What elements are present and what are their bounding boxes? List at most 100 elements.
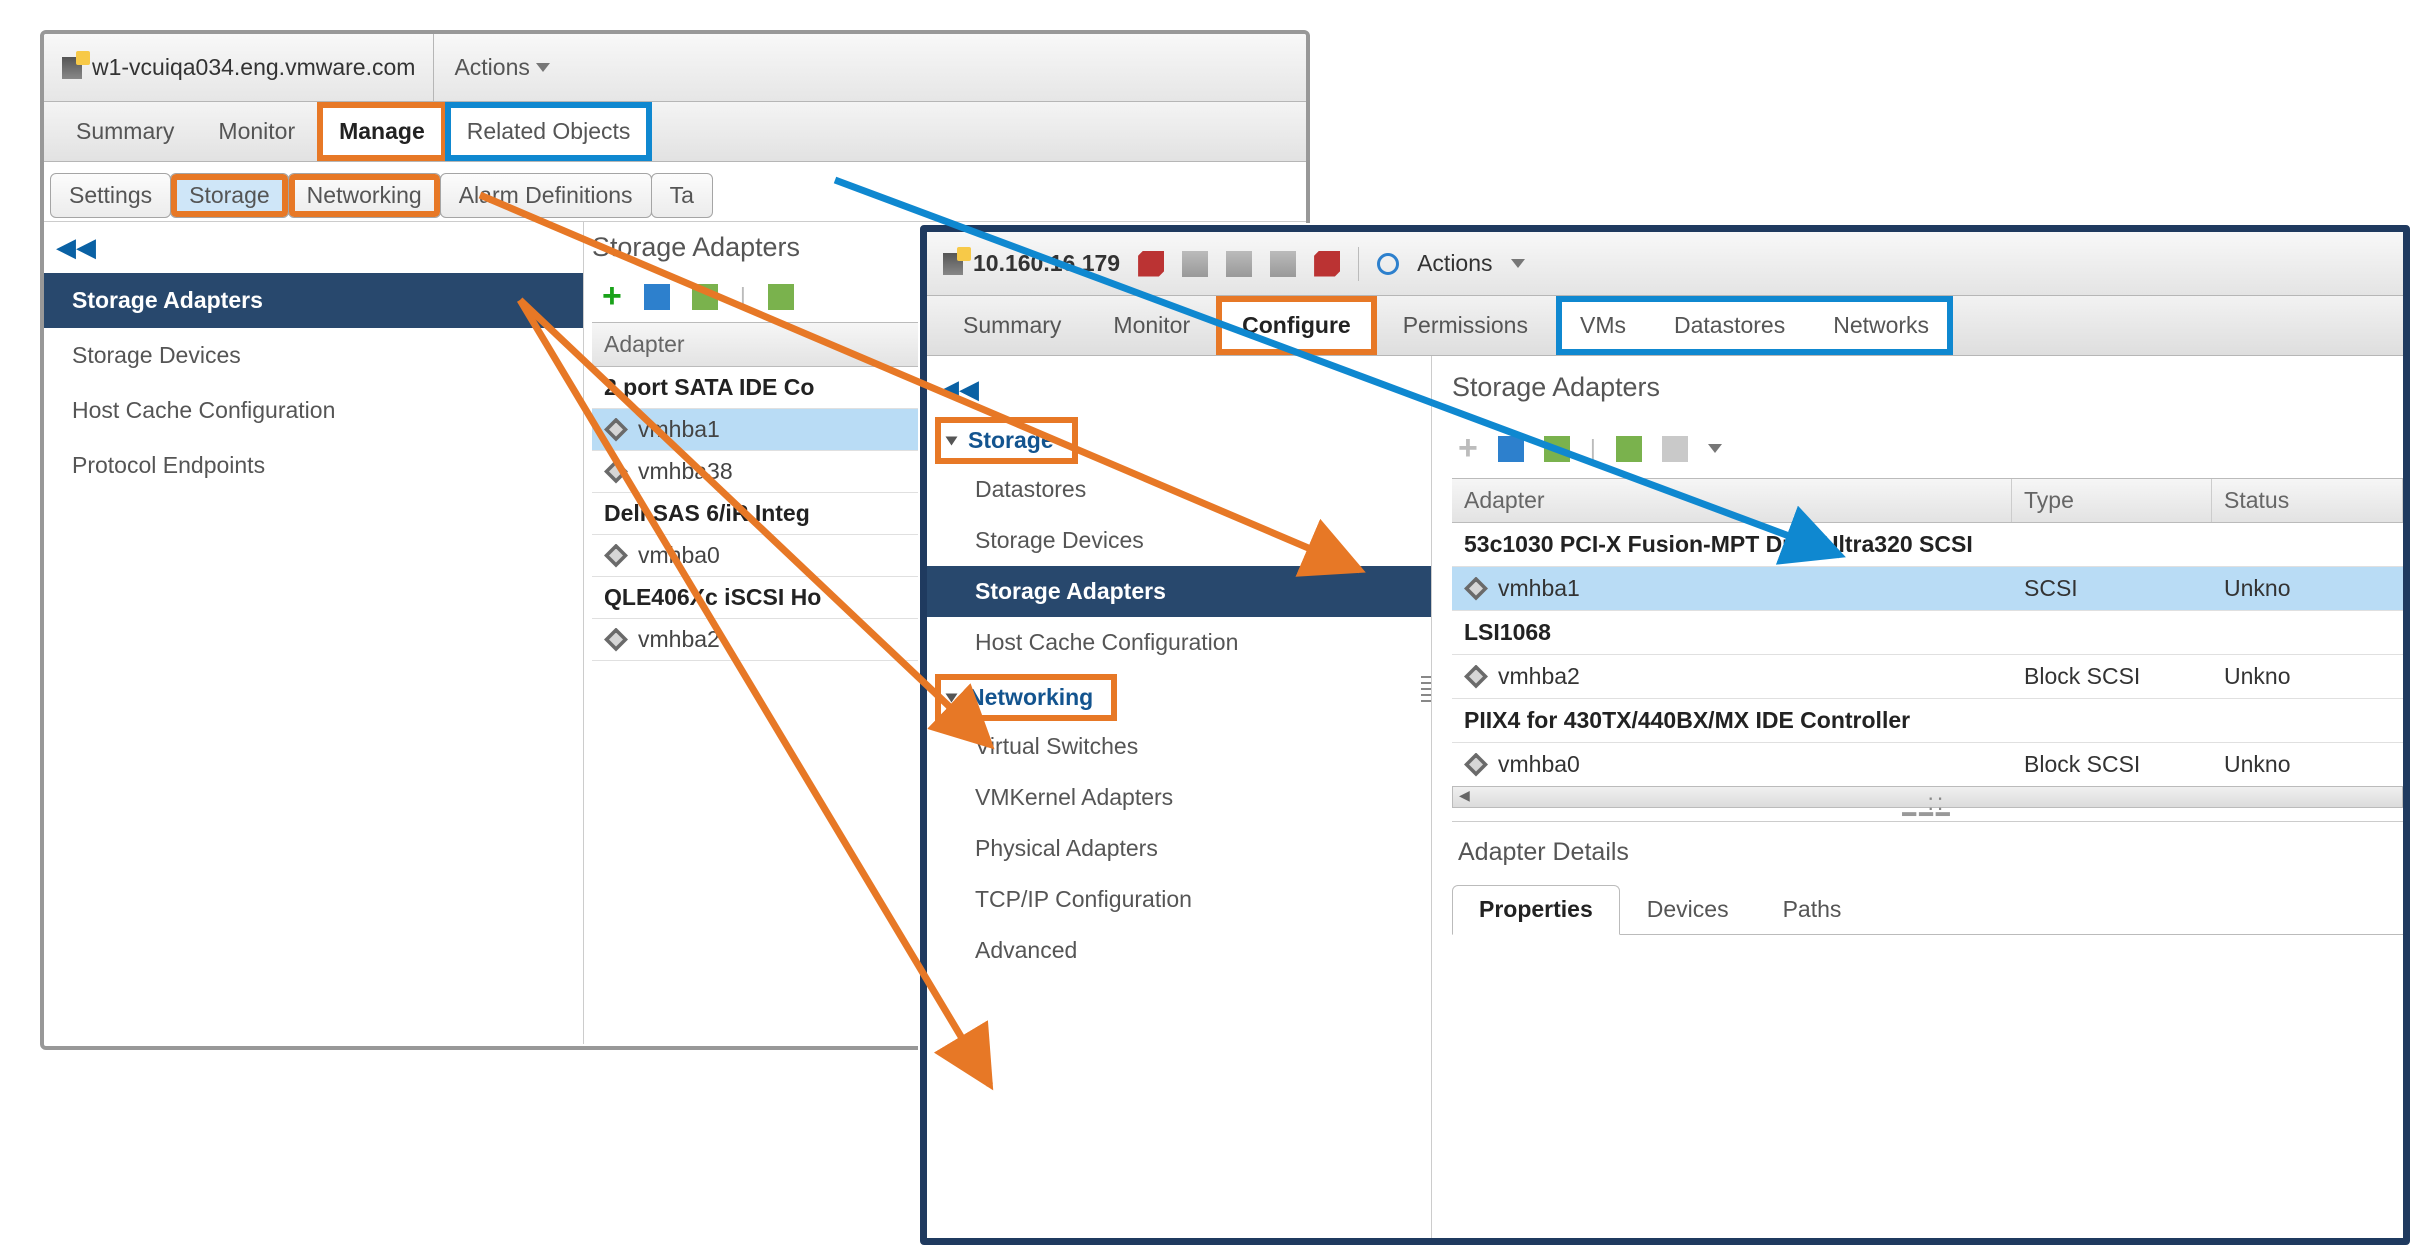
tab-networks[interactable]: Networks <box>1809 296 1953 355</box>
sidebar-item[interactable]: Physical Adapters <box>927 823 1431 874</box>
cell-adapter: vmhba1 <box>638 416 720 443</box>
table-row[interactable]: vmhba2Block SCSIUnkno <box>1452 655 2403 699</box>
gear-icon[interactable] <box>1377 253 1399 275</box>
host-icon <box>943 253 963 275</box>
cell-adapter: vmhba2 <box>638 626 720 653</box>
sidebar-item-protocol-endpoints[interactable]: Protocol Endpoints <box>44 438 583 493</box>
tab-summary[interactable]: Summary <box>54 102 196 161</box>
tab-datastores[interactable]: Datastores <box>1650 296 1809 355</box>
cell-adapter: QLE406Xc iSCSI Ho <box>604 584 821 611</box>
adapter-icon <box>1464 577 1488 601</box>
cell-adapter: vmhba2 <box>1452 655 2012 698</box>
toolbar-icon-4[interactable] <box>1270 251 1296 277</box>
tab-monitor[interactable]: Monitor <box>1087 296 1216 355</box>
refresh-icon[interactable] <box>1498 436 1524 462</box>
rescan-all-icon[interactable] <box>768 284 794 310</box>
cell-adapter: vmhba0 <box>1452 743 2012 786</box>
section-storage-label: Storage <box>968 427 1054 454</box>
sidebarB: ◀◀ Storage DatastoresStorage DevicesStor… <box>927 356 1432 1238</box>
table-row[interactable]: vmhba0Block SCSIUnkno <box>1452 743 2403 787</box>
copy-icon[interactable] <box>1662 436 1688 462</box>
tab-configure[interactable]: Configure <box>1216 296 1377 355</box>
sidebar-item[interactable]: Virtual Switches <box>927 721 1431 772</box>
col-status[interactable]: Status <box>2212 479 2403 522</box>
add-icon[interactable]: + <box>602 277 622 316</box>
add-icon[interactable]: + <box>1458 429 1478 468</box>
section-networking-label: Networking <box>968 684 1093 711</box>
sidebar-item[interactable]: Host Cache Configuration <box>927 617 1431 668</box>
toolbar: + | <box>1458 429 2403 468</box>
sidebar-item[interactable]: TCP/IP Configuration <box>927 874 1431 925</box>
rescan-icon[interactable] <box>692 284 718 310</box>
section-storage[interactable]: Storage <box>935 417 1078 464</box>
toolbar-icon-1[interactable] <box>1138 251 1164 277</box>
cell-adapter: PIIX4 for 430TX/440BX/MX IDE Controller <box>1452 699 2403 742</box>
table-row[interactable]: vmhba1SCSIUnkno <box>1452 567 2403 611</box>
mainB: Storage Adapters + | Adapter Type Status… <box>1432 356 2403 1238</box>
chevron-down-icon <box>1708 444 1722 453</box>
col-adapter[interactable]: Adapter <box>1452 479 2012 522</box>
actions-label: Actions <box>454 54 529 81</box>
toolbar-icon-5[interactable] <box>1314 251 1340 277</box>
cell-adapter: LSI1068 <box>1452 611 2403 654</box>
chevron-down-icon <box>1511 259 1525 268</box>
tab-vms[interactable]: VMs <box>1556 296 1650 355</box>
toolbar-icon-2[interactable] <box>1182 251 1208 277</box>
section-networking[interactable]: Networking <box>935 674 1117 721</box>
refresh-icon[interactable] <box>644 284 670 310</box>
adapters-table: Adapter Type Status 53c1030 PCI-X Fusion… <box>1452 478 2403 808</box>
subtab-settings[interactable]: Settings <box>50 173 171 218</box>
toolbar-icon-3[interactable] <box>1226 251 1252 277</box>
separator <box>1358 247 1359 281</box>
collapse-sidebar-icon[interactable]: ◀◀ <box>927 372 1431 417</box>
subtab-networking[interactable]: Networking <box>288 173 441 218</box>
title-bar: w1-vcuiqa034.eng.vmware.com Actions <box>44 34 1306 102</box>
sidebar-item-host-cache[interactable]: Host Cache Configuration <box>44 383 583 438</box>
adapter-icon <box>604 628 628 652</box>
title-bar: 10.160.16.179 Actions <box>927 232 2403 296</box>
adapter-icon <box>604 460 628 484</box>
sidebar-item-storage-adapters[interactable]: Storage Adapters <box>44 273 583 328</box>
host-icon <box>62 57 82 79</box>
actions-label[interactable]: Actions <box>1417 250 1492 277</box>
sidebar-item[interactable]: Storage Adapters <box>927 566 1431 617</box>
table-row[interactable]: LSI1068 <box>1452 611 2403 655</box>
resize-handle[interactable] <box>1421 676 1431 706</box>
actions-menu[interactable]: Actions <box>434 54 569 81</box>
rescan-all-icon[interactable] <box>1616 436 1642 462</box>
primary-tab-row: Summary Monitor Configure Permissions VM… <box>927 296 2403 356</box>
tab-summary[interactable]: Summary <box>937 296 1087 355</box>
sidebar-item[interactable]: VMKernel Adapters <box>927 772 1431 823</box>
table-row[interactable]: 53c1030 PCI-X Fusion-MPT Dual Ultra320 S… <box>1452 523 2403 567</box>
subtab-devices[interactable]: Devices <box>1620 885 1756 934</box>
tab-permissions[interactable]: Permissions <box>1377 296 1554 355</box>
cell-adapter: Dell SAS 6/iR Integ <box>604 500 810 527</box>
host-ip: 10.160.16.179 <box>973 250 1120 277</box>
horizontal-scrollbar[interactable] <box>1452 786 2403 808</box>
primary-tab-row: Summary Monitor Manage Related Objects <box>44 102 1306 162</box>
tab-related-objects[interactable]: Related Objects <box>445 102 653 161</box>
subtab-paths[interactable]: Paths <box>1756 885 1869 934</box>
col-type[interactable]: Type <box>2012 479 2212 522</box>
sidebar-item[interactable]: Storage Devices <box>927 515 1431 566</box>
adapter-icon <box>604 418 628 442</box>
subtab-properties[interactable]: Properties <box>1452 885 1620 935</box>
sidebar-item-storage-devices[interactable]: Storage Devices <box>44 328 583 383</box>
host-name: w1-vcuiqa034.eng.vmware.com <box>92 54 415 81</box>
table-row[interactable]: PIIX4 for 430TX/440BX/MX IDE Controller <box>1452 699 2403 743</box>
heading-storage-adapters: Storage Adapters <box>1452 372 2403 403</box>
host-label: w1-vcuiqa034.eng.vmware.com <box>44 34 434 101</box>
tab-manage[interactable]: Manage <box>317 102 447 161</box>
sidebar-item[interactable]: Datastores <box>927 464 1431 515</box>
subtab-storage[interactable]: Storage <box>170 173 289 218</box>
sidebar-item[interactable]: Advanced <box>927 925 1431 976</box>
new-vsphere-window: 10.160.16.179 Actions Summary Monitor Co… <box>920 225 2410 1245</box>
details-subtabs: Properties Devices Paths <box>1452 885 2403 935</box>
subtab-tags[interactable]: Ta <box>651 173 713 218</box>
tab-monitor[interactable]: Monitor <box>196 102 317 161</box>
cell-type: Block SCSI <box>2012 743 2212 786</box>
collapse-sidebar-icon[interactable]: ◀◀ <box>44 222 583 273</box>
subtab-alarm-defs[interactable]: Alarm Definitions <box>440 173 652 218</box>
rescan-icon[interactable] <box>1544 436 1570 462</box>
heading-adapter-details: Adapter Details <box>1452 822 2403 879</box>
